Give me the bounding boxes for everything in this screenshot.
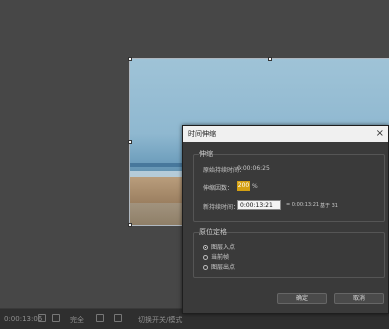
close-icon[interactable]: × <box>376 126 384 142</box>
radio-icon <box>203 265 208 270</box>
radio-layer-in-point[interactable]: 图层入点 <box>203 242 235 251</box>
transform-handle[interactable] <box>128 223 132 227</box>
camera-icon[interactable] <box>38 314 46 322</box>
zoom-select[interactable]: 完全 <box>70 315 84 325</box>
dialog-title: 时间伸缩 <box>188 130 216 138</box>
transform-handle[interactable] <box>128 57 132 61</box>
new-duration-input[interactable]: 0:00:13:21 <box>237 200 281 210</box>
cancel-button[interactable]: 取消 <box>334 293 384 304</box>
transform-handle[interactable] <box>128 140 132 144</box>
time-stretch-dialog: 时间伸缩 × 伸缩 原始持续时间： 0:00:06:25 伸缩因数： 200 %… <box>182 125 389 314</box>
stretch-group-title: 伸缩 <box>199 149 213 159</box>
stretch-factor-label: 伸缩因数： <box>203 185 234 192</box>
radio-label: 图层出点 <box>211 264 236 271</box>
hold-group-title: 原位定格 <box>199 227 227 237</box>
region-icon[interactable] <box>96 314 104 322</box>
dialog-titlebar: 时间伸缩 × <box>183 126 388 142</box>
original-duration-value: 0:00:06:25 <box>237 165 270 172</box>
radio-label: 图层入点 <box>211 244 236 251</box>
radio-current-frame[interactable]: 当前帧 <box>203 252 229 261</box>
color-icon[interactable] <box>52 314 60 322</box>
new-duration-label: 新持续时间： <box>203 204 240 211</box>
ok-button[interactable]: 确定 <box>277 293 327 304</box>
base-label: 基于 31 <box>320 203 338 209</box>
radio-icon <box>203 245 208 250</box>
radio-icon <box>203 255 208 260</box>
toggle-modes-label[interactable]: 切换开关/模式 <box>138 315 182 325</box>
transform-handle[interactable] <box>268 57 272 61</box>
new-duration-note: = 0:00:13:21 <box>286 202 320 208</box>
radio-layer-out-point[interactable]: 图层出点 <box>203 262 235 271</box>
radio-label: 当前帧 <box>211 254 230 261</box>
stretch-factor-input[interactable]: 200 <box>237 181 250 191</box>
stretch-factor-unit: % <box>252 183 258 190</box>
timecode-display[interactable]: 0:00:13:06 <box>4 315 42 323</box>
grid-icon[interactable] <box>114 314 122 322</box>
